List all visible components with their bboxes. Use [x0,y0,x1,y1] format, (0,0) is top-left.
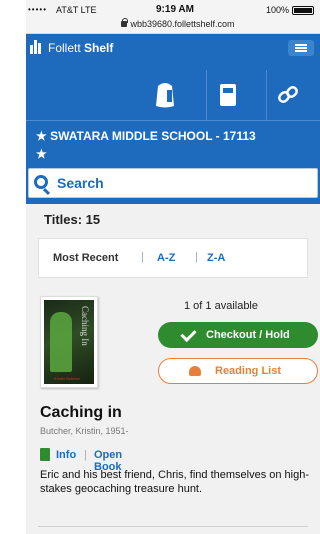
brand-name: Follett Shelf [48,41,113,55]
link-separator: | [84,449,87,461]
book-icon [220,84,236,106]
menu-button[interactable] [288,40,314,56]
follett-logo-icon [30,40,44,54]
checkmark-icon [180,325,197,343]
search-label: Search [57,175,104,191]
sort-a-z[interactable]: A-Z [157,252,175,264]
school-name[interactable]: ★ SWATARA MIDDLE SCHOOL - 17113 ★ [26,120,320,170]
checkout-label: Checkout / Hold [206,329,290,341]
results-panel: Titles: 15 Most Recent | A-Z | Z-A Cachi… [26,204,320,534]
url-text: wbb39680.follettshelf.com [130,19,235,29]
brand-name-regular: Follett [48,41,81,55]
reading-list-button[interactable]: Reading List [158,358,318,384]
app-header: Follett Shelf ★ SWATARA MIDDLE SCHOOL - … [26,34,320,204]
signal-icon: ••••• [28,5,48,14]
backpack-icon [156,83,174,108]
sort-bar: Most Recent | A-Z | Z-A [38,238,308,278]
sort-separator: | [141,251,144,263]
search-input[interactable]: Search [28,168,318,198]
clock: 9:19 AM [156,4,194,15]
school-star-icon: ★ [36,147,47,161]
cover-figure [50,312,72,372]
brand-name-bold: Shelf [84,41,114,55]
address-bar[interactable]: wbb39680.follettshelf.com [26,18,320,29]
sort-separator: | [195,251,198,263]
battery-percent: 100% [266,5,290,15]
info-icon [40,448,50,461]
book-title[interactable]: Caching in [40,404,122,422]
sort-z-a[interactable]: Z-A [207,252,225,264]
book-author: Butcher, Kristin, 1951- [40,426,129,436]
book-cover[interactable]: Caching In Kristin Butcher [40,296,98,388]
toolbar [26,70,320,120]
school-title: ★ SWATARA MIDDLE SCHOOL - 17113 [36,129,256,143]
info-link[interactable]: Info [56,449,76,461]
reading-list-label: Reading List [215,365,282,377]
battery-icon [292,6,314,15]
links-button[interactable] [266,70,308,120]
divider [38,526,308,527]
my-books-button[interactable] [206,70,248,120]
cover-image: Caching In Kristin Butcher [44,300,94,384]
status-bar: ••••• AT&T LTE 9:19 AM 100% wbb39680.fol… [26,0,320,34]
reading-list-icon [189,366,201,376]
book-description: Eric and his best friend, Chris, find th… [40,469,310,495]
sort-most-recent[interactable]: Most Recent [53,252,118,264]
carrier-label: AT&T LTE [56,5,97,15]
cover-author: Kristin Butcher [54,376,81,381]
checkout-hold-button[interactable]: Checkout / Hold [158,322,318,348]
lock-icon [121,18,129,27]
search-icon [34,175,48,189]
availability-text: 1 of 1 available [184,300,258,312]
backpack-button[interactable] [144,70,186,120]
link-icon [278,86,298,103]
cover-title: Caching In [80,306,90,346]
titles-count: Titles: 15 [44,212,101,227]
brand-bar: Follett Shelf [26,38,320,56]
